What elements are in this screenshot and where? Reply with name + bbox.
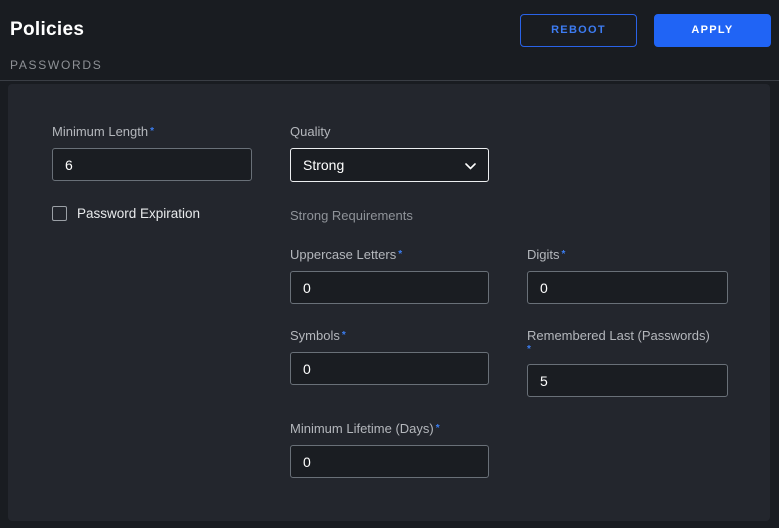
quality-field: Quality Strong bbox=[290, 124, 489, 182]
digits-label: Digits* bbox=[527, 247, 728, 263]
chevron-down-icon bbox=[465, 157, 476, 173]
quality-select[interactable]: Strong bbox=[290, 148, 489, 182]
minimum-length-field: Minimum Length* bbox=[52, 124, 252, 182]
symbols-label: Symbols* bbox=[290, 328, 489, 344]
uppercase-letters-label: Uppercase Letters* bbox=[290, 247, 489, 263]
remembered-last-field: Remembered Last (Passwords)* bbox=[527, 328, 728, 397]
strong-requirements-label: Strong Requirements bbox=[290, 208, 489, 223]
password-expiration-field: Password Expiration bbox=[52, 206, 252, 221]
header: Policies REBOOT APPLY bbox=[0, 0, 779, 54]
required-marker: * bbox=[436, 423, 440, 434]
digits-field: Digits* bbox=[527, 247, 728, 304]
required-marker: * bbox=[342, 330, 346, 341]
digits-input[interactable] bbox=[527, 271, 728, 304]
symbols-field: Symbols* bbox=[290, 328, 489, 397]
remembered-last-label: Remembered Last (Passwords)* bbox=[527, 328, 728, 356]
required-marker: * bbox=[527, 344, 728, 356]
section-label: PASSWORDS bbox=[0, 54, 779, 80]
minimum-lifetime-label: Minimum Lifetime (Days)* bbox=[290, 421, 489, 437]
password-expiration-checkbox[interactable] bbox=[52, 206, 67, 221]
required-marker: * bbox=[150, 126, 154, 137]
symbols-input[interactable] bbox=[290, 352, 489, 385]
page-title: Policies bbox=[10, 19, 520, 41]
minimum-lifetime-input[interactable] bbox=[290, 445, 489, 478]
section-divider bbox=[0, 80, 779, 81]
minimum-length-input[interactable] bbox=[52, 148, 252, 181]
passwords-panel: Minimum Length* Quality Strong Password … bbox=[8, 84, 770, 521]
apply-button[interactable]: APPLY bbox=[654, 14, 771, 47]
reboot-button[interactable]: REBOOT bbox=[520, 14, 637, 47]
minimum-lifetime-field: Minimum Lifetime (Days)* bbox=[290, 421, 489, 478]
password-expiration-label[interactable]: Password Expiration bbox=[77, 206, 200, 221]
required-marker: * bbox=[398, 249, 402, 260]
uppercase-letters-field: Uppercase Letters* bbox=[290, 247, 489, 304]
quality-label: Quality bbox=[290, 124, 489, 140]
required-marker: * bbox=[562, 249, 566, 260]
minimum-length-label: Minimum Length* bbox=[52, 124, 252, 140]
quality-select-value: Strong bbox=[303, 157, 344, 173]
remembered-last-input[interactable] bbox=[527, 364, 728, 397]
uppercase-letters-input[interactable] bbox=[290, 271, 489, 304]
